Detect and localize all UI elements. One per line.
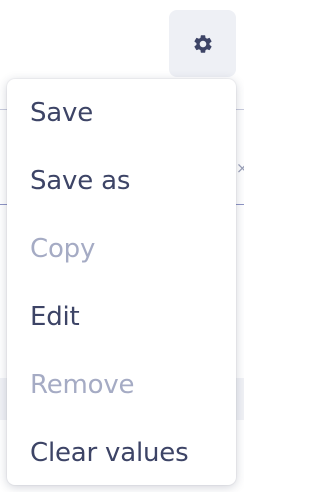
menu-item-remove: Remove (30, 370, 135, 400)
canvas: × Save Save as Copy Edit Remove Clear va… (0, 0, 244, 492)
menu-item-save[interactable]: Save (7, 79, 236, 147)
menu-item-clear-values[interactable]: Clear values (7, 419, 236, 487)
gear-icon (193, 34, 212, 53)
settings-menu: Save Save as Copy Edit Remove Clear valu… (7, 79, 236, 485)
menu-item-edit[interactable]: Edit (7, 283, 236, 351)
background-close-icon[interactable]: × (236, 160, 244, 176)
menu-item-copy: Copy (30, 234, 96, 264)
menu-item-save-as[interactable]: Save as (7, 147, 236, 215)
settings-button[interactable] (169, 10, 236, 77)
